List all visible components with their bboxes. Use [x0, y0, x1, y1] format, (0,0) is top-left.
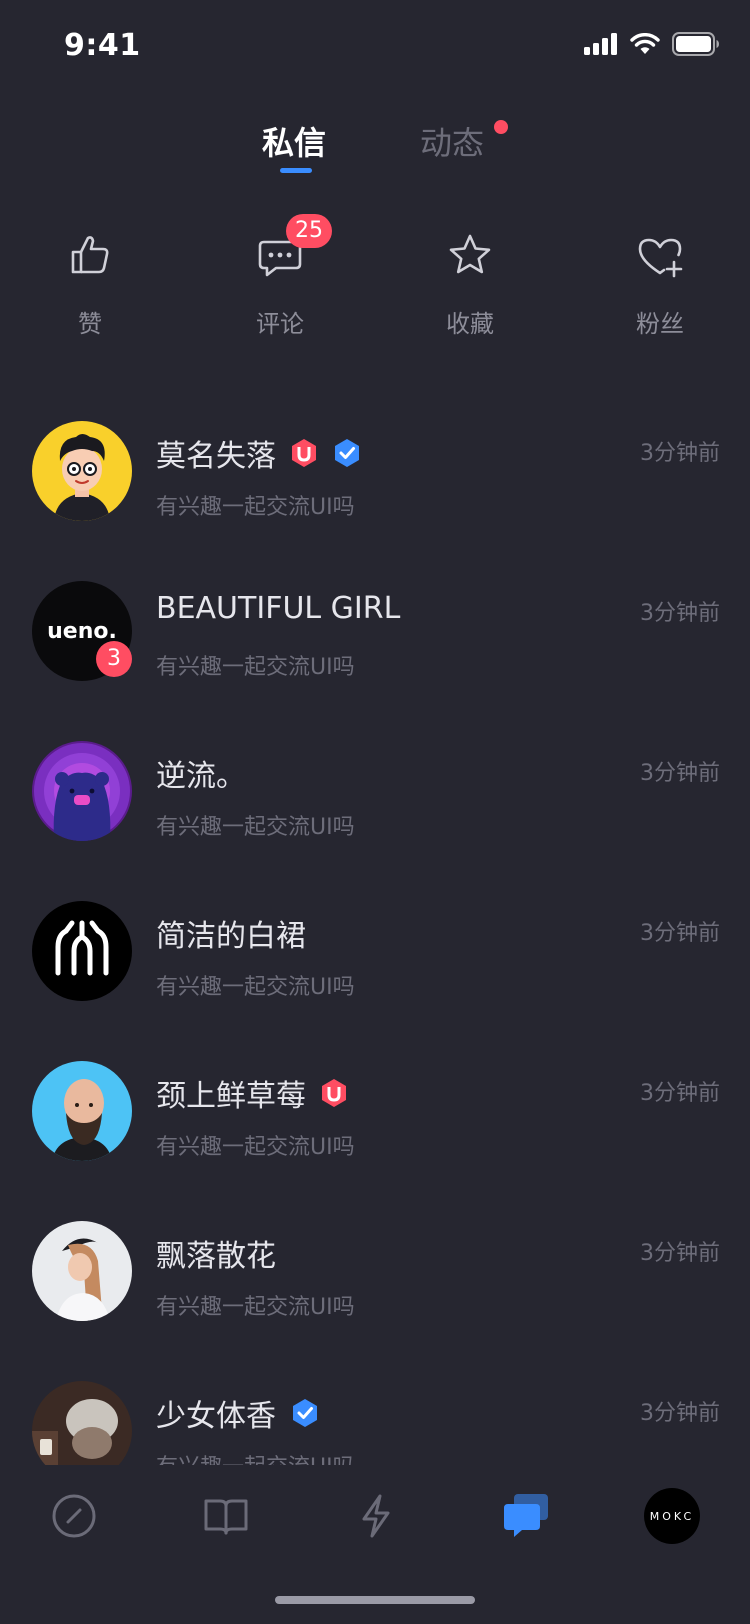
comments-button[interactable]: 25 评论 — [220, 214, 340, 339]
message-row[interactable]: 飘落散花 有兴趣一起交流UI吗 3分钟前 — [0, 1215, 750, 1335]
avatar-logo-text: ueno. — [47, 618, 117, 644]
comments-count-badge: 25 — [286, 214, 332, 248]
favorites-button[interactable]: 收藏 — [410, 230, 530, 339]
message-preview: 有兴趣一起交流UI吗 — [156, 1449, 355, 1465]
message-preview: 有兴趣一起交流UI吗 — [156, 495, 355, 520]
comments-label: 评论 — [256, 310, 304, 338]
contact-name: 飘落散花 — [156, 1239, 276, 1274]
contact-name: 莫名失落 — [156, 439, 276, 474]
message-row[interactable]: 莫名失落 有兴趣一起交流UI吗 3分钟前 — [0, 415, 750, 535]
message-row[interactable]: ueno. 3 BEAUTIFUL GIRL 有兴趣一起交流UI吗 3分钟前 — [0, 575, 750, 695]
quick-actions: 赞 25 评论 收藏 粉丝 — [0, 214, 750, 360]
signal-icon — [584, 33, 617, 55]
contact-name: 颈上鲜草莓 — [156, 1079, 306, 1114]
message-preview: 有兴趣一起交流UI吗 — [156, 975, 355, 1000]
likes-label: 赞 — [78, 310, 102, 338]
message-time: 3分钟前 — [640, 441, 720, 466]
thumbs-up-icon — [71, 236, 109, 274]
contact-name: BEAUTIFUL GIRL — [156, 591, 401, 626]
message-row[interactable]: 颈上鲜草莓 有兴趣一起交流UI吗 3分钟前 — [0, 1055, 750, 1175]
tab-activity[interactable]: 动态 — [420, 118, 484, 164]
nav-messages[interactable] — [496, 1486, 556, 1546]
followers-button[interactable]: 粉丝 — [600, 230, 720, 339]
favorites-label: 收藏 — [446, 310, 494, 338]
message-preview: 有兴趣一起交流UI吗 — [156, 1295, 355, 1320]
compass-icon — [52, 1494, 96, 1538]
message-row[interactable]: 简洁的白裙 有兴趣一起交流UI吗 3分钟前 — [0, 895, 750, 1015]
photo-avatar[interactable] — [32, 1381, 132, 1465]
message-time: 3分钟前 — [640, 921, 720, 946]
contact-name: 简洁的白裙 — [156, 919, 306, 954]
message-preview: 有兴趣一起交流UI吗 — [156, 655, 355, 680]
likes-button[interactable]: 赞 — [30, 230, 150, 339]
top-tabs: 私信 动态 — [0, 118, 750, 188]
active-tab-indicator — [280, 168, 312, 173]
contact-name: 逆流。 — [156, 759, 246, 794]
messages-icon — [504, 1494, 548, 1537]
message-time: 3分钟前 — [640, 1241, 720, 1266]
message-list: 莫名失落 有兴趣一起交流UI吗 3分钟前 ueno. 3 BEAUTIFUL G… — [0, 415, 750, 1465]
cartoon-avatar[interactable] — [32, 421, 132, 521]
nav-profile[interactable]: MOKC — [644, 1488, 700, 1544]
home-indicator — [275, 1596, 475, 1604]
message-time: 3分钟前 — [640, 601, 720, 626]
lightning-icon — [362, 1494, 390, 1538]
followers-label: 粉丝 — [636, 310, 684, 338]
u-badge-icon — [292, 439, 316, 467]
message-time: 3分钟前 — [640, 1401, 720, 1426]
message-preview: 有兴趣一起交流UI吗 — [156, 1135, 355, 1160]
woman-avatar[interactable] — [32, 1221, 132, 1321]
book-icon — [204, 1499, 248, 1535]
message-row[interactable]: 逆流。 有兴趣一起交流UI吗 3分钟前 — [0, 735, 750, 855]
message-row[interactable]: 少女体香 有兴趣一起交流UI吗 3分钟前 — [0, 1375, 750, 1465]
activity-notification-dot — [494, 120, 508, 134]
unread-count-badge: 3 — [96, 641, 132, 677]
message-preview: 有兴趣一起交流UI吗 — [156, 815, 355, 840]
wifi-icon — [630, 33, 660, 54]
nav-activity[interactable] — [346, 1486, 406, 1546]
bald-man-avatar[interactable] — [32, 1061, 132, 1161]
contact-name: 少女体香 — [156, 1399, 276, 1434]
star-icon — [449, 234, 491, 274]
message-time: 3分钟前 — [640, 761, 720, 786]
verified-badge-icon — [293, 1399, 317, 1427]
profile-avatar-icon: MOKC — [649, 1509, 695, 1523]
nav-discover[interactable] — [44, 1486, 104, 1546]
status-bar: 9:41 — [0, 0, 750, 90]
line-logo-avatar[interactable] — [32, 901, 132, 1001]
bottom-navigation: MOKC — [0, 1474, 750, 1564]
nav-library[interactable] — [196, 1486, 256, 1546]
tab-private-messages[interactable]: 私信 — [262, 118, 326, 164]
u-badge-icon — [322, 1079, 346, 1107]
status-icons — [584, 32, 720, 56]
battery-icon — [672, 32, 719, 56]
heart-plus-icon — [638, 238, 683, 278]
status-time: 9:41 — [64, 28, 141, 63]
message-time: 3分钟前 — [640, 1081, 720, 1106]
verified-badge-icon — [335, 439, 359, 467]
bear-avatar[interactable] — [32, 741, 132, 841]
